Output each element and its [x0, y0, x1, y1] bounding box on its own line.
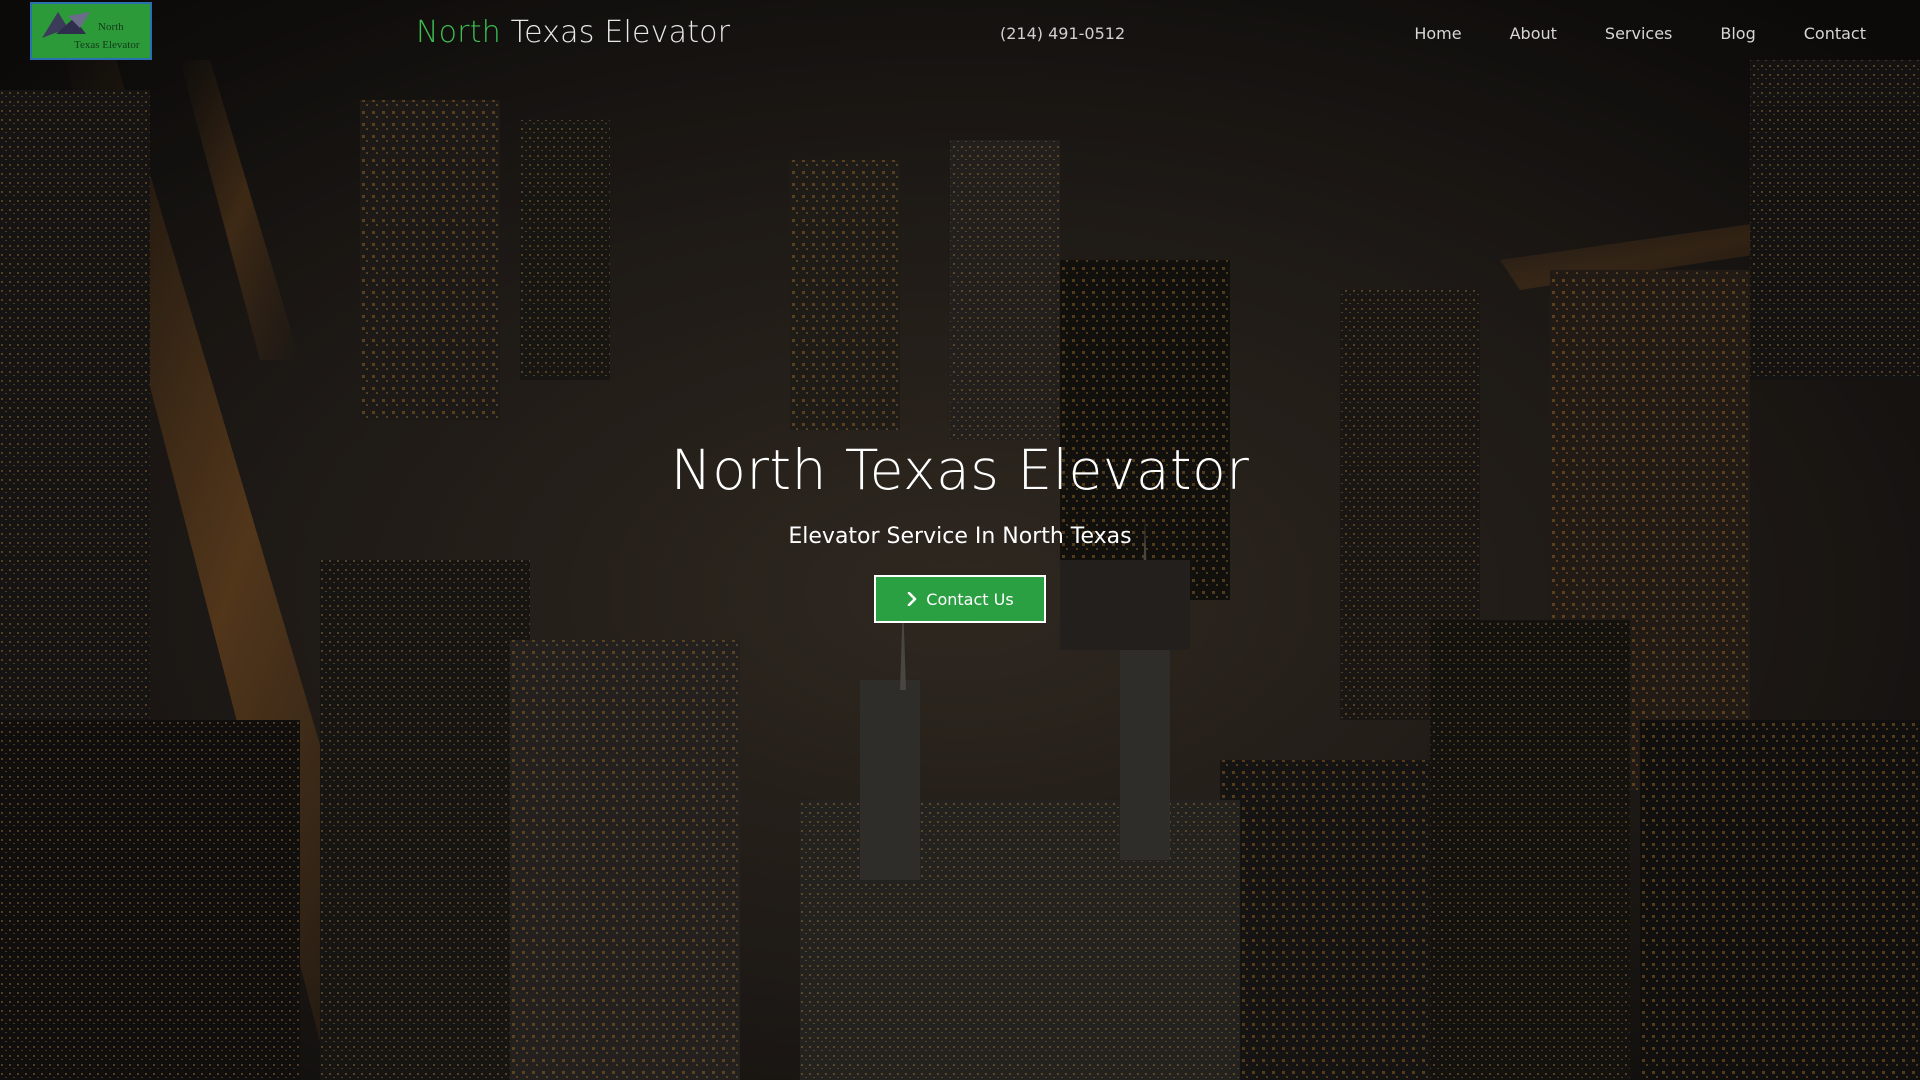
hero-content: North Texas Elevator Elevator Service In…	[0, 438, 1920, 623]
main-nav: Home About Services Blog Contact	[1366, 24, 1866, 43]
nav-item-blog[interactable]: Blog	[1720, 24, 1755, 43]
nav-item-services[interactable]: Services	[1605, 24, 1672, 43]
logo-text-line1: North	[98, 21, 124, 33]
contact-us-button-label: Contact Us	[926, 589, 1014, 609]
logo-text-line2: Texas Elevator	[74, 39, 140, 51]
navbar: North Texas Elevator North Texas Elevato…	[0, 0, 1920, 70]
brand-accent-word: North	[416, 15, 501, 50]
nav-item-home[interactable]: Home	[1414, 24, 1461, 43]
nav-item-contact[interactable]: Contact	[1804, 24, 1866, 43]
header-phone-number[interactable]: (214) 491-0512	[1000, 24, 1125, 43]
brand-rest: Texas Elevator	[510, 15, 731, 50]
chevron-right-icon	[907, 592, 917, 606]
logo-mark-icon	[42, 12, 90, 38]
site-logo[interactable]: North Texas Elevator	[30, 2, 152, 60]
hero-title: North Texas Elevator	[670, 438, 1250, 502]
hero-subtitle: Elevator Service In North Texas	[788, 524, 1132, 549]
nav-item-about[interactable]: About	[1510, 24, 1557, 43]
contact-us-button[interactable]: Contact Us	[874, 575, 1046, 623]
hero-section: North Texas Elevator North Texas Elevato…	[0, 0, 1920, 1080]
brand-name[interactable]: North Texas Elevator	[416, 15, 730, 50]
